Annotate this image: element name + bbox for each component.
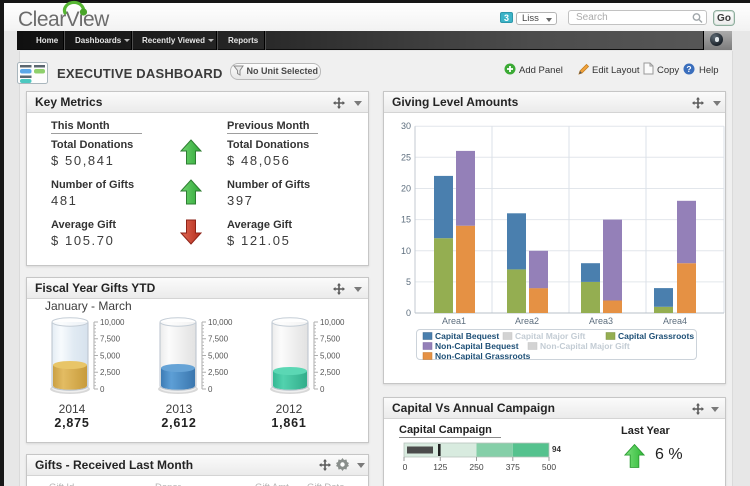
svg-text:5,000: 5,000 [100,352,121,361]
svg-text:Area1: Area1 [442,316,466,326]
svg-text:?: ? [686,64,691,74]
svg-text:2,500: 2,500 [320,368,341,377]
svg-text:7,500: 7,500 [100,335,121,344]
svg-text:0: 0 [100,385,105,394]
svg-text:0: 0 [320,385,325,394]
svg-text:Non-Capital Major Gift: Non-Capital Major Gift [540,341,630,351]
svg-text:Non-Capital Bequest: Non-Capital Bequest [435,341,519,351]
svg-text:10: 10 [401,246,411,256]
svg-text:250: 250 [469,462,483,472]
svg-text:Area2: Area2 [515,316,539,326]
svg-text:0: 0 [403,462,408,472]
svg-text:2,500: 2,500 [208,368,229,377]
svg-text:7,500: 7,500 [208,335,229,344]
svg-text:125: 125 [433,462,447,472]
svg-text:10,000: 10,000 [320,318,345,327]
svg-text:Capital Grassroots: Capital Grassroots [618,331,694,341]
svg-text:25: 25 [401,152,411,162]
svg-text:Area3: Area3 [589,316,613,326]
svg-text:Capital Major Gift: Capital Major Gift [515,331,586,341]
svg-text:2,500: 2,500 [100,368,121,377]
svg-text:Capital Bequest: Capital Bequest [435,331,499,341]
svg-text:7,500: 7,500 [320,335,341,344]
svg-text:15: 15 [401,215,411,225]
svg-text:94: 94 [552,445,561,454]
svg-text:10,000: 10,000 [208,318,233,327]
svg-text:Non-Capital Grassroots: Non-Capital Grassroots [435,351,531,360]
svg-text:30: 30 [401,121,411,131]
svg-text:0: 0 [208,385,213,394]
svg-text:20: 20 [401,184,411,194]
svg-text:500: 500 [542,462,556,472]
svg-text:Area4: Area4 [663,316,687,326]
svg-text:5,000: 5,000 [208,352,229,361]
svg-text:375: 375 [506,462,520,472]
svg-text:0: 0 [406,308,411,318]
svg-text:10,000: 10,000 [100,318,125,327]
svg-text:5,000: 5,000 [320,352,341,361]
svg-text:5: 5 [406,277,411,287]
